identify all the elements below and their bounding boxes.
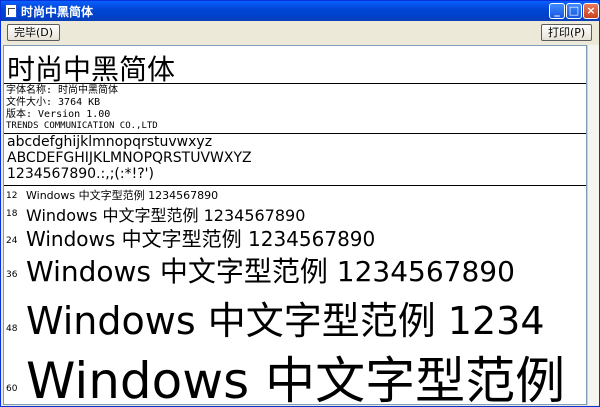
font-name-heading: 时尚中黑简体 (7, 53, 176, 86)
sample-text-12: Windows 中文字型范例 1234567890 (26, 189, 219, 202)
minimize-button[interactable]: _ (549, 3, 565, 19)
sample-text-24: Windows 中文字型范例 1234567890 (26, 227, 376, 251)
uppercase-sample: ABCDEFGHIJKLMNOPQRSTUVWXYZ (7, 150, 252, 166)
divider (4, 83, 586, 84)
size-label-48: 48 (6, 324, 18, 334)
size-label-36: 36 (6, 270, 18, 280)
size-label-18: 18 (6, 209, 18, 219)
lowercase-sample: abcdefghijklmnopqrstuvwxyz (7, 134, 213, 150)
size-label-12: 12 (6, 191, 18, 201)
app-icon (5, 4, 17, 18)
info-copyright: TRENDS COMMUNICATION CO.,LTD (6, 121, 158, 131)
window-title: 时尚中黑简体 (21, 5, 94, 19)
maximize-button[interactable]: □ (566, 3, 582, 19)
sample-text-36: Windows 中文字型范例 1234567890 (26, 255, 515, 288)
digits-sample: 1234567890.:,;(:*!?') (7, 166, 154, 182)
info-file-size: 文件大小: 3764 KB (6, 97, 101, 108)
sample-text-60: Windows 中文字型范例 (26, 352, 566, 405)
info-version: 版本: Version 1.00 (6, 109, 111, 120)
vertical-scrollbar[interactable] (587, 45, 599, 405)
title-bar[interactable]: 时尚中黑简体 _ □ × (1, 1, 599, 21)
size-label-60: 60 (6, 384, 18, 394)
font-preview-pane: 时尚中黑简体 字体名称: 时尚中黑简体 文件大小: 3764 KB 版本: Ve… (3, 45, 587, 405)
info-font-name: 字体名称: 时尚中黑简体 (6, 85, 119, 96)
sample-text-48: Windows 中文字型范例 1234 (26, 299, 545, 343)
done-button[interactable]: 完毕(D) (7, 24, 61, 41)
size-label-24: 24 (6, 236, 18, 246)
toolbar: 完毕(D) 打印(P) (1, 21, 599, 45)
divider (4, 185, 586, 186)
font-viewer-window: 时尚中黑简体 _ □ × 完毕(D) 打印(P) 时尚中黑简体 字体名称: 时尚… (0, 0, 600, 407)
print-button[interactable]: 打印(P) (541, 24, 593, 41)
close-button[interactable]: × (583, 3, 599, 19)
